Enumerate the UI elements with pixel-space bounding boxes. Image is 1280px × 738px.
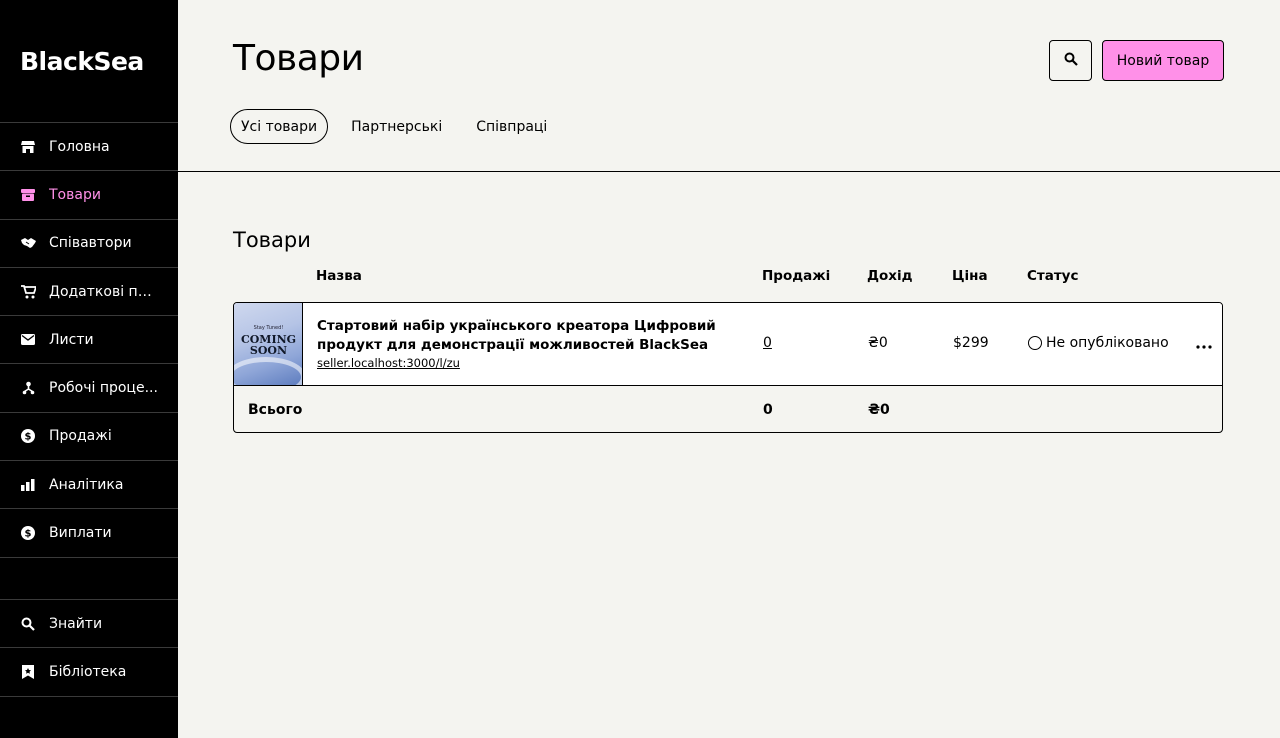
sidebar-item-collaborators[interactable]: Співавтори <box>0 220 178 268</box>
main-content: Товари Новий товар Усі товари Партнерськ… <box>178 0 1280 738</box>
sidebar-item-label: Виплати <box>49 525 112 542</box>
tab-affiliated[interactable]: Партнерські <box>340 109 453 144</box>
dollar-circle-icon: $ <box>20 428 36 444</box>
product-tabs: Усі товари Партнерські Співпраці <box>230 109 570 144</box>
sidebar-item-label: Співавтори <box>49 235 132 252</box>
archive-icon <box>20 187 36 203</box>
sidebar-item-emails[interactable]: Листи <box>0 316 178 365</box>
products-table: Stay Tuned! COMING SOON Стартовий набір … <box>233 302 1223 433</box>
sidebar-item-discover[interactable]: Знайти <box>0 600 178 649</box>
table-row[interactable]: Stay Tuned! COMING SOON Стартовий набір … <box>234 303 1222 386</box>
sidebar-nav: Головна Товари Співавтори Додаткові пр..… <box>0 123 178 558</box>
sidebar-item-products[interactable]: Товари <box>0 171 178 220</box>
sidebar-item-label: Товари <box>49 186 101 203</box>
table-total-row: Всього 0 ₴0 <box>234 387 1222 432</box>
ellipsis-icon <box>1196 334 1212 353</box>
cart-icon <box>20 284 36 300</box>
handshake-icon <box>20 235 36 251</box>
sidebar-item-label: Головна <box>49 138 110 155</box>
sidebar-item-label: Аналітика <box>49 476 124 493</box>
sidebar-item-label: Листи <box>49 331 94 348</box>
product-thumbnail[interactable]: Stay Tuned! COMING SOON <box>234 303 303 385</box>
product-price: $299 <box>953 335 989 351</box>
page-header: Товари Новий товар Усі товари Партнерськ… <box>178 0 1280 172</box>
total-label: Всього <box>248 402 303 418</box>
column-header-name[interactable]: Назва <box>316 268 362 284</box>
product-url-link[interactable]: seller.localhost:3000/l/zu <box>317 356 460 370</box>
sidebar-bottom-nav: Знайти Бібліотека <box>0 599 178 697</box>
tab-all-products[interactable]: Усі товари <box>230 109 329 144</box>
sidebar: BlackSea Головна Товари Співавтори Додат… <box>0 0 178 738</box>
section-title: Товари <box>233 228 311 252</box>
envelope-icon <box>20 332 36 348</box>
sidebar-item-label: Бібліотека <box>49 663 127 680</box>
page-title: Товари <box>233 38 364 79</box>
thumbnail-subtitle: Stay Tuned! <box>253 325 284 331</box>
svg-text:$: $ <box>25 529 32 540</box>
status-text: Не опубліковано <box>1046 335 1169 351</box>
sidebar-item-library[interactable]: Бібліотека <box>0 648 178 697</box>
sidebar-item-analytics[interactable]: Аналітика <box>0 461 178 510</box>
more-actions-button[interactable] <box>1194 333 1214 353</box>
column-header-revenue[interactable]: Дохід <box>867 268 913 284</box>
workflow-icon <box>20 380 36 396</box>
search-icon <box>1064 51 1078 70</box>
sidebar-item-upsells[interactable]: Додаткові пр... <box>0 268 178 317</box>
svg-text:$: $ <box>25 432 32 443</box>
column-header-sales[interactable]: Продажі <box>762 268 830 284</box>
bookmark-icon <box>20 664 36 680</box>
tab-collabs[interactable]: Співпраці <box>465 109 558 144</box>
product-status: Не опубліковано <box>1028 335 1169 351</box>
product-sales-link[interactable]: 0 <box>763 335 772 351</box>
sidebar-item-label: Робочі проце... <box>49 380 158 397</box>
new-product-button[interactable]: Новий товар <box>1102 40 1224 81</box>
thumbnail-swirl <box>234 357 302 385</box>
logo[interactable]: BlackSea <box>0 0 178 123</box>
sidebar-item-label: Знайти <box>49 615 103 632</box>
sidebar-item-label: Додаткові пр... <box>49 283 159 300</box>
sidebar-item-home[interactable]: Головна <box>0 123 178 172</box>
search-button[interactable] <box>1049 40 1092 81</box>
sidebar-item-label: Продажі <box>49 428 112 445</box>
column-header-price[interactable]: Ціна <box>952 268 988 284</box>
sidebar-item-workflows[interactable]: Робочі проце... <box>0 364 178 413</box>
product-revenue: ₴0 <box>868 335 888 351</box>
search-icon <box>20 616 36 632</box>
product-name[interactable]: Стартовий набір українського креатора Ци… <box>317 317 747 355</box>
sidebar-item-sales[interactable]: $ Продажі <box>0 413 178 462</box>
total-revenue: ₴0 <box>868 402 890 418</box>
dollar-circle-icon: $ <box>20 525 36 541</box>
column-header-status[interactable]: Статус <box>1027 268 1078 284</box>
table-header: Назва Продажі Дохід Ціна Статус <box>233 268 1223 288</box>
sidebar-item-payouts[interactable]: $ Виплати <box>0 509 178 558</box>
total-sales: 0 <box>763 402 773 418</box>
thumbnail-title: COMING SOON <box>240 333 297 357</box>
bar-chart-icon <box>20 477 36 493</box>
store-icon <box>20 139 36 155</box>
unpublished-circle-icon <box>1028 336 1042 350</box>
